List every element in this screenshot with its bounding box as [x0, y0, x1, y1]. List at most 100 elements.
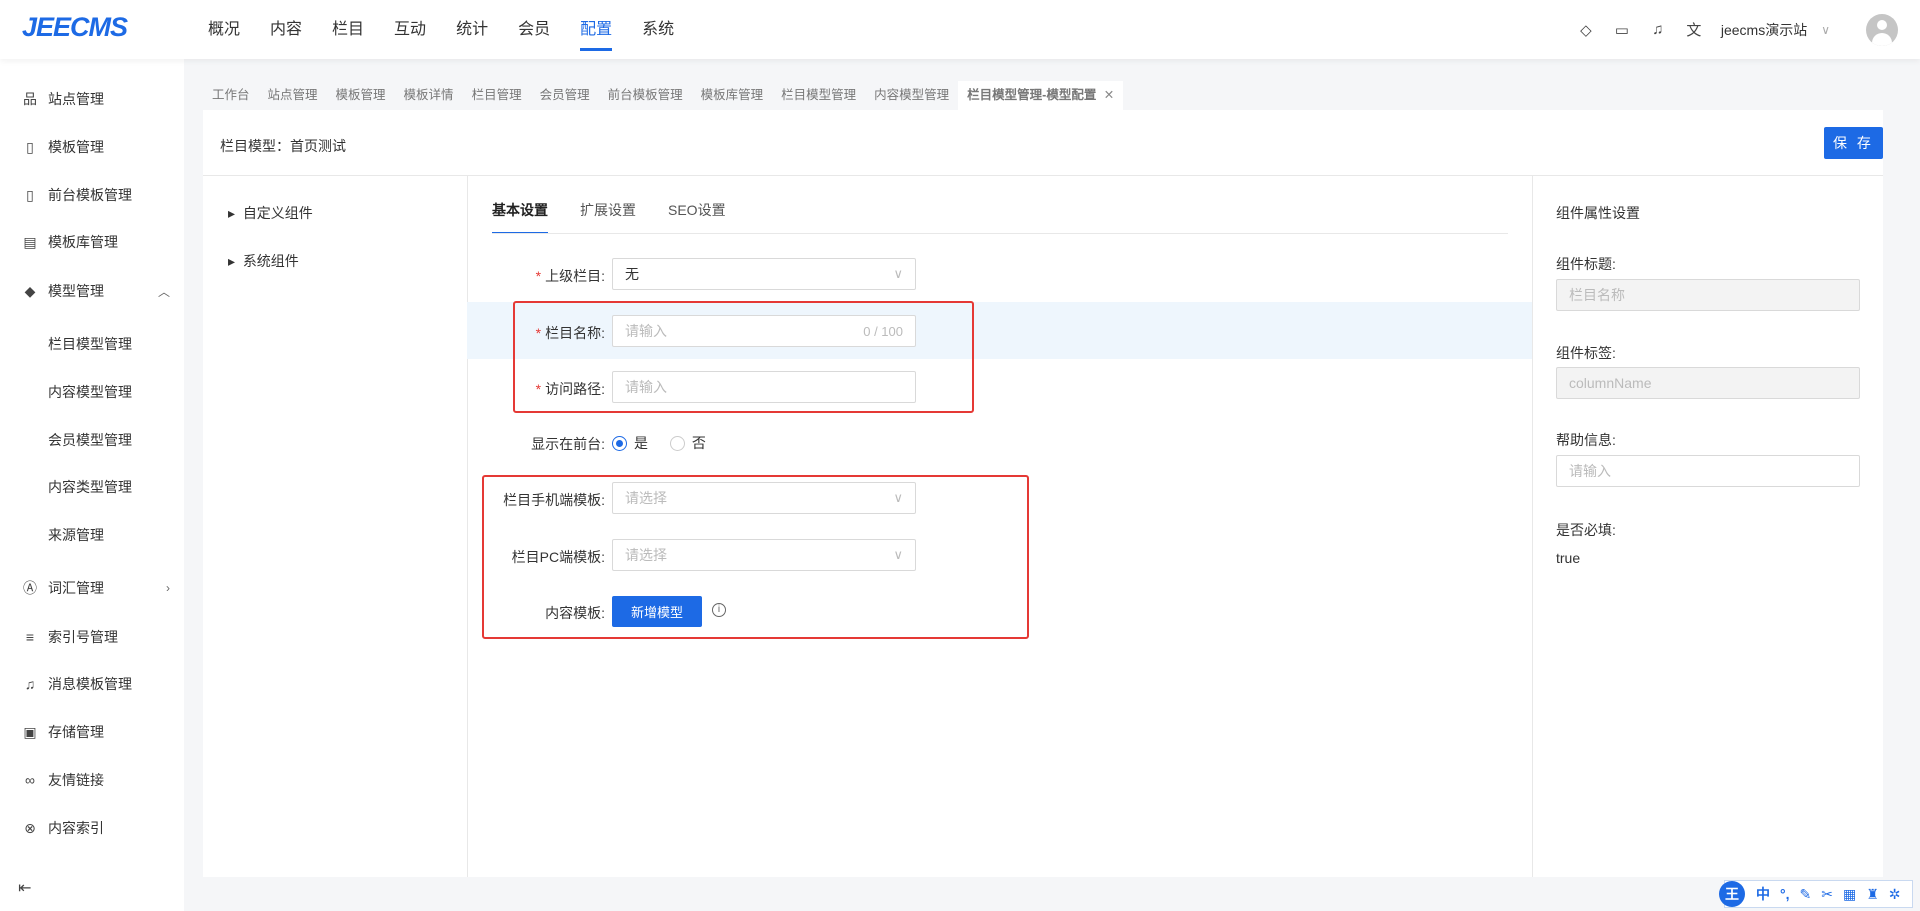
- sidebar-item[interactable]: ▯ 模板管理: [0, 127, 184, 167]
- avatar[interactable]: [1866, 13, 1898, 46]
- tab-label: 会员管理: [539, 88, 590, 102]
- sidebar-item-label: 模型管理: [48, 283, 104, 299]
- scissors-icon[interactable]: ✂: [1821, 886, 1833, 903]
- page-tab[interactable]: 工作台: [203, 81, 259, 110]
- shirt-icon[interactable]: ♜: [1866, 886, 1879, 903]
- tab-seo[interactable]: SEO设置: [668, 200, 726, 234]
- props-tag-input[interactable]: columnName: [1556, 367, 1860, 399]
- bell-icon: ♫: [24, 676, 36, 692]
- divider: [492, 233, 1508, 234]
- ime-logo[interactable]: 王: [1719, 881, 1745, 907]
- pen-icon[interactable]: ✎: [1800, 886, 1812, 903]
- radio-yes[interactable]: 是: [612, 433, 648, 453]
- props-title-input[interactable]: 栏目名称: [1556, 279, 1860, 311]
- nav-content[interactable]: 内容: [270, 0, 302, 59]
- bell-icon[interactable]: ♫: [1649, 21, 1667, 38]
- gear-icon[interactable]: ✲: [1889, 886, 1901, 903]
- props-tag-label: 组件标签:: [1556, 345, 1616, 361]
- nav-overview[interactable]: 概况: [208, 0, 240, 59]
- keyboard-icon[interactable]: ▦: [1843, 886, 1856, 903]
- nav-members[interactable]: 会员: [518, 0, 550, 59]
- sidebar-item[interactable]: 内容模型管理: [0, 372, 184, 412]
- close-icon[interactable]: ✕: [1096, 88, 1114, 102]
- sidebar-item-label: 前台模板管理: [48, 187, 132, 203]
- chevron-right-icon: ›: [166, 581, 170, 595]
- punctuation-icon[interactable]: °,: [1780, 886, 1790, 902]
- page-tab[interactable]: 模板详情: [395, 81, 463, 110]
- cube-icon: ◆: [24, 282, 36, 299]
- sidebar-item-label: 站点管理: [48, 91, 104, 107]
- sidebar-item[interactable]: ♫ 消息模板管理: [0, 664, 184, 704]
- sidebar-item[interactable]: ◆ 模型管理 ︿: [0, 271, 184, 311]
- nav-interaction[interactable]: 互动: [394, 0, 426, 59]
- sidebar-item-label: 会员模型管理: [48, 432, 132, 448]
- monitor-icon[interactable]: ▭: [1613, 21, 1631, 39]
- header-tools: ◇ ▭ ♫ 文 jeecms演示站 ∨: [1577, 0, 1920, 59]
- tab-label: 模板管理: [335, 88, 386, 102]
- sidebar-item-label: 词汇管理: [48, 580, 104, 596]
- radio-no[interactable]: 否: [669, 433, 706, 453]
- sidebar-item[interactable]: 来源管理: [0, 515, 184, 555]
- page-tab[interactable]: 站点管理: [259, 81, 327, 110]
- tab-label: 模板详情: [403, 88, 454, 102]
- sidebar-item-label: 索引号管理: [48, 629, 118, 645]
- storage-icon: ▣: [23, 723, 37, 740]
- parent-column-select[interactable]: 无 ∨: [612, 258, 916, 290]
- sidebar-item[interactable]: 会员模型管理: [0, 420, 184, 460]
- sidebar-item[interactable]: ⊗ 内容索引: [0, 808, 184, 848]
- chevron-up-icon: ︿: [157, 284, 170, 299]
- collapse-sidebar-icon[interactable]: ⇤: [18, 878, 31, 898]
- nav-column[interactable]: 栏目: [332, 0, 364, 59]
- logo: JEECMS: [22, 12, 128, 42]
- sidebar: 品站点管理 ▯ 模板管理 ▯ 前台模板管理 ▤ 模板库管理 ◆ 模型管理 ︿ 栏目模型管理 内容模型管…: [0, 59, 184, 911]
- sidebar-item-label: 内容类型管理: [48, 479, 132, 495]
- sidebar-item[interactable]: ▯ 前台模板管理: [0, 175, 184, 215]
- content-index-icon: ⊗: [24, 819, 36, 836]
- page-tab[interactable]: 模板管理: [327, 81, 395, 110]
- sidebar-item[interactable]: ≡ 索引号管理: [0, 617, 184, 657]
- sidebar-item-label: 消息模板管理: [48, 676, 132, 692]
- sidebar-item[interactable]: 品站点管理: [0, 79, 184, 119]
- sidebar-item-label: 内容索引: [48, 820, 104, 836]
- nav-system[interactable]: 系统: [642, 0, 674, 59]
- props-help-input[interactable]: 请输入: [1556, 455, 1860, 487]
- sidebar-item[interactable]: 内容类型管理: [0, 467, 184, 507]
- tab-label: 内容模型管理: [874, 88, 950, 102]
- nav-config[interactable]: 配置: [580, 0, 613, 59]
- diamond-icon[interactable]: ◇: [1577, 21, 1595, 39]
- sidebar-item[interactable]: ▣ 存储管理: [0, 712, 184, 752]
- props-required-value: true: [1556, 550, 1581, 566]
- tab-label: 栏目模型管理-模型配置: [967, 88, 1097, 102]
- page-tab[interactable]: 模板库管理: [692, 81, 773, 110]
- page-tab[interactable]: 栏目模型管理: [772, 81, 865, 110]
- props-help-label: 帮助信息:: [1556, 432, 1616, 448]
- sidebar-item-label: 模板库管理: [48, 234, 118, 250]
- save-button[interactable]: 保 存: [1824, 127, 1883, 159]
- sidebar-item-label: 友情链接: [48, 772, 104, 788]
- sidebar-item[interactable]: ∞ 友情链接: [0, 760, 184, 800]
- page-tab[interactable]: 前台模板管理: [599, 81, 692, 110]
- tab-label: 模板库管理: [700, 88, 764, 102]
- chevron-down-icon[interactable]: ∨: [1821, 23, 1830, 37]
- page-tab[interactable]: 栏目模型管理-模型配置 ✕: [958, 81, 1124, 110]
- tab-basic[interactable]: 基本设置: [492, 200, 548, 234]
- highlight-box: [482, 475, 1029, 639]
- nav-statistics[interactable]: 统计: [456, 0, 488, 59]
- tab-extended[interactable]: 扩展设置: [580, 200, 636, 234]
- tab-label: 站点管理: [267, 88, 318, 102]
- link-icon: ∞: [25, 772, 35, 788]
- sidebar-item[interactable]: Ⓐ 词汇管理 ›: [0, 568, 184, 608]
- sidebar-item[interactable]: 栏目模型管理: [0, 324, 184, 364]
- chevron-down-icon: ∨: [893, 266, 903, 281]
- ime-mode[interactable]: 中: [1756, 884, 1770, 904]
- sidebar-item[interactable]: ▤ 模板库管理: [0, 222, 184, 262]
- page-tab[interactable]: 会员管理: [531, 81, 599, 110]
- divider: [1532, 176, 1533, 877]
- tree-custom-components[interactable]: ▸ 自定义组件: [228, 203, 313, 223]
- tab-label: 前台模板管理: [607, 88, 683, 102]
- page-tab[interactable]: 栏目管理: [463, 81, 531, 110]
- site-selector[interactable]: jeecms演示站: [1721, 20, 1807, 40]
- translate-icon[interactable]: 文: [1685, 19, 1703, 40]
- page-tab[interactable]: 内容模型管理: [865, 81, 958, 110]
- tree-label: 自定义组件: [242, 205, 313, 221]
